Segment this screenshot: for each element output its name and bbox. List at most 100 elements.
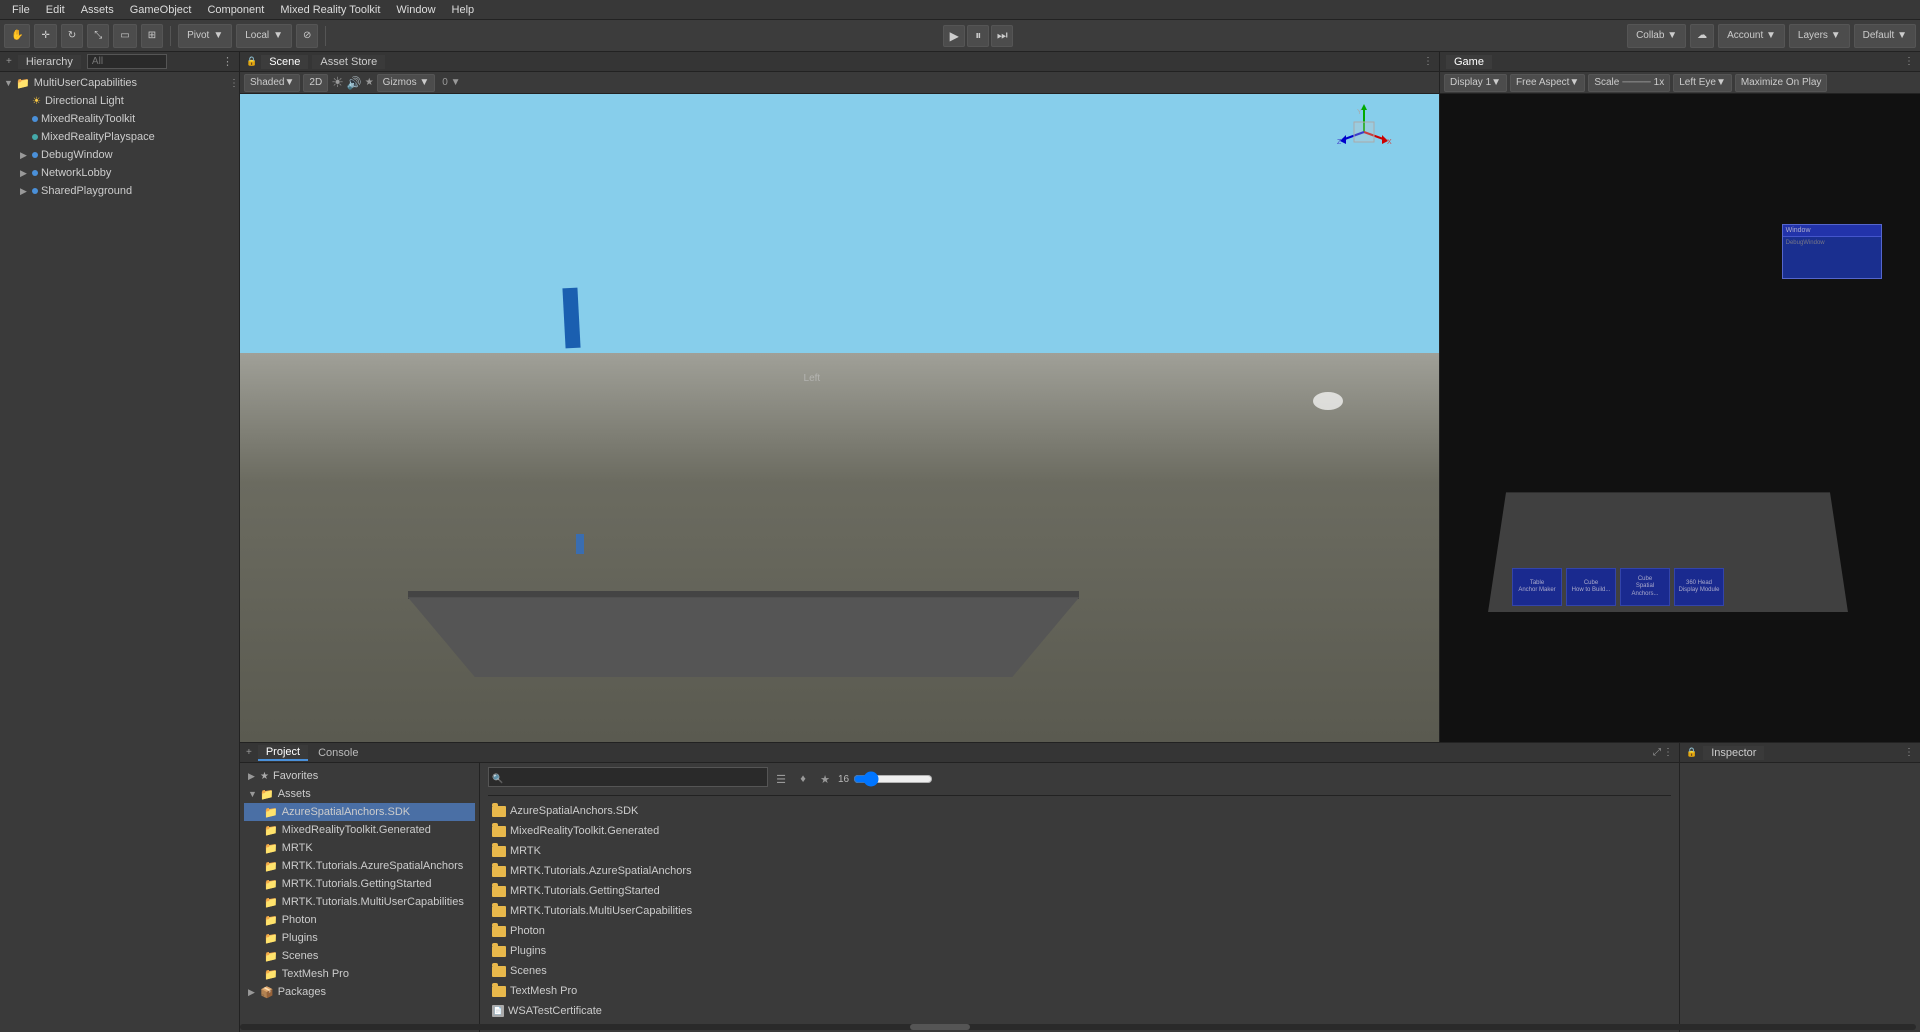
menu-gameobject[interactable]: GameObject <box>122 2 200 18</box>
tree-assets-plugins[interactable]: 📁 Plugins <box>244 929 475 947</box>
scene-options-button[interactable]: ⋮ <box>1423 56 1433 67</box>
root-options[interactable]: ⋮ <box>229 78 239 89</box>
collab-dropdown[interactable]: Collab ▼ <box>1627 24 1686 48</box>
tree-item-directional-light[interactable]: ☀ Directional Light <box>0 92 239 110</box>
asset-store-tab[interactable]: Asset Store <box>312 55 385 69</box>
left-eye-dropdown[interactable]: Left Eye ▼ <box>1673 74 1732 92</box>
lighting-icon[interactable]: ☀ <box>331 74 344 91</box>
packages-section-header[interactable]: ▶ 📦 Packages <box>244 983 475 1001</box>
tree-item-debugwindow[interactable]: ▶ DebugWindow <box>0 146 239 164</box>
transform-tool-button[interactable]: ⊞ <box>141 24 163 48</box>
scene-lock-icon[interactable]: 🔒 <box>246 56 257 67</box>
account-dropdown[interactable]: Account ▼ <box>1718 24 1785 48</box>
project-options-button[interactable]: ⋮ <box>1663 747 1673 758</box>
game-tab[interactable]: Game <box>1446 55 1492 69</box>
gizmos-dropdown[interactable]: Gizmos ▼ <box>377 74 436 92</box>
effects-icon[interactable]: ★ <box>365 77 374 88</box>
menu-component[interactable]: Component <box>199 2 272 18</box>
scene-tab[interactable]: Scene <box>261 55 308 69</box>
hierarchy-tab[interactable]: Hierarchy <box>18 55 81 69</box>
tree-assets-mrtk-azure[interactable]: 📁 MRTK.Tutorials.AzureSpatialAnchors <box>244 857 475 875</box>
zoom-slider[interactable] <box>853 771 933 787</box>
hand-tool-button[interactable]: ✋ <box>4 24 30 48</box>
shading-dropdown[interactable]: Shaded ▼ <box>244 74 300 92</box>
menu-window[interactable]: Window <box>388 2 443 18</box>
menu-mrtk[interactable]: Mixed Reality Toolkit <box>272 2 388 18</box>
2d-button[interactable]: 2D <box>303 74 328 92</box>
play-button[interactable]: ▶ <box>943 25 965 47</box>
content-folder-mrtk-azure[interactable]: MRTK.Tutorials.AzureSpatialAnchors <box>488 862 1671 880</box>
scale-control[interactable]: Scale ──── 1x <box>1588 74 1670 92</box>
root-icon: 📁 <box>16 77 30 90</box>
star-button[interactable]: ★ <box>816 770 834 788</box>
content-folder-mrtk-getting[interactable]: MRTK.Tutorials.GettingStarted <box>488 882 1671 900</box>
project-h-scrollbar-thumb[interactable] <box>910 1024 970 1030</box>
project-add-button[interactable]: + <box>246 747 252 758</box>
layers-dropdown[interactable]: Layers ▼ <box>1789 24 1850 48</box>
tree-assets-textmesh[interactable]: 📁 TextMesh Pro <box>244 965 475 983</box>
tree-assets-photon[interactable]: 📁 Photon <box>244 911 475 929</box>
tree-assets-mrtk-multi[interactable]: 📁 MRTK.Tutorials.MultiUserCapabilities <box>244 893 475 911</box>
pause-button[interactable]: ⏸ <box>967 25 989 47</box>
content-folder-mrtk[interactable]: MRTK <box>488 842 1671 860</box>
project-console-panel: + Project Console ⤢ ⋮ ▶ ★ Favorites <box>240 743 1680 1032</box>
tree-item-sharedplayground[interactable]: ▶ SharedPlayground <box>0 182 239 200</box>
display-dropdown[interactable]: Display 1 ▼ <box>1444 74 1507 92</box>
content-file-wsa[interactable]: 📄 WSATestCertificate <box>488 1002 1671 1020</box>
project-tab[interactable]: Project <box>258 745 308 761</box>
project-search-input[interactable] <box>488 767 768 787</box>
scene-viewport[interactable]: Left Y <box>240 94 1439 742</box>
menu-assets[interactable]: Assets <box>73 2 122 18</box>
menu-help[interactable]: Help <box>444 2 483 18</box>
scene-stats: 0 ▼ <box>442 77 460 88</box>
content-folder-mrtk-gen[interactable]: MixedRealityToolkit.Generated <box>488 822 1671 840</box>
step-button[interactable]: ⏭ <box>991 25 1013 47</box>
mrtk-dot <box>32 116 38 122</box>
tree-assets-scenes[interactable]: 📁 Scenes <box>244 947 475 965</box>
inspector-lock-icon[interactable]: 🔒 <box>1686 747 1697 758</box>
menu-file[interactable]: File <box>4 2 38 18</box>
view-toggle-button[interactable]: ☰ <box>772 770 790 788</box>
rotate-tool-button[interactable]: ↻ <box>61 24 83 48</box>
tree-assets-azure[interactable]: 📁 AzureSpatialAnchors.SDK <box>244 803 475 821</box>
tree-assets-mrtk-gen[interactable]: 📁 MixedRealityToolkit.Generated <box>244 821 475 839</box>
aspect-dropdown[interactable]: Free Aspect ▼ <box>1510 74 1585 92</box>
snap-button[interactable]: ⊘ <box>296 24 318 48</box>
inspector-tab[interactable]: Inspector <box>1703 746 1764 760</box>
audio-icon[interactable]: 🔊 <box>347 76 362 90</box>
inspector-options-button[interactable]: ⋮ <box>1904 747 1914 758</box>
pivot-dropdown[interactable]: Pivot ▼ <box>178 24 232 48</box>
scale-tool-button[interactable]: ⤡ <box>87 24 109 48</box>
local-dropdown[interactable]: Local ▼ <box>236 24 292 48</box>
console-tab[interactable]: Console <box>310 746 366 760</box>
favorites-section[interactable]: ▶ ★ Favorites <box>244 767 475 785</box>
tree-item-mrtk[interactable]: MixedRealityToolkit <box>0 110 239 128</box>
move-tool-button[interactable]: ✛ <box>34 24 56 48</box>
content-folder-textmesh[interactable]: TextMesh Pro <box>488 982 1671 1000</box>
hierarchy-options-button[interactable]: ⋮ <box>222 55 233 68</box>
content-folder-scenes[interactable]: Scenes <box>488 962 1671 980</box>
hierarchy-search-input[interactable] <box>87 54 167 69</box>
inspector-header: 🔒 Inspector ⋮ <box>1680 743 1920 763</box>
hierarchy-add-button[interactable]: + <box>6 56 12 67</box>
textmesh-label: TextMesh Pro <box>282 968 349 980</box>
assets-section-header[interactable]: ▼ 📁 Assets <box>244 785 475 803</box>
tree-assets-mrtk[interactable]: 📁 MRTK <box>244 839 475 857</box>
tree-item-networklobby[interactable]: ▶ NetworkLobby <box>0 164 239 182</box>
rect-tool-button[interactable]: ▭ <box>113 24 136 48</box>
filter-button[interactable]: ♦ <box>794 770 812 788</box>
cloud-button[interactable]: ☁ <box>1690 24 1714 48</box>
maximize-button[interactable]: Maximize On Play <box>1735 74 1828 92</box>
content-folder-plugins[interactable]: Plugins <box>488 942 1671 960</box>
game-options-button[interactable]: ⋮ <box>1904 56 1914 67</box>
content-folder-photon[interactable]: Photon <box>488 922 1671 940</box>
project-maximize-icon[interactable]: ⤢ <box>1653 747 1661 758</box>
menu-edit[interactable]: Edit <box>38 2 73 18</box>
tree-assets-mrtk-getting[interactable]: 📁 MRTK.Tutorials.GettingStarted <box>244 875 475 893</box>
default-layout-dropdown[interactable]: Default ▼ <box>1854 24 1916 48</box>
tree-item-playspace[interactable]: MixedRealityPlayspace <box>0 128 239 146</box>
root-item[interactable]: ▼ 📁 MultiUserCapabilities ⋮ <box>0 74 239 92</box>
content-folder-mrtk-multi[interactable]: MRTK.Tutorials.MultiUserCapabilities <box>488 902 1671 920</box>
content-folder-azure[interactable]: AzureSpatialAnchors.SDK <box>488 802 1671 820</box>
dw-dot <box>32 152 38 158</box>
